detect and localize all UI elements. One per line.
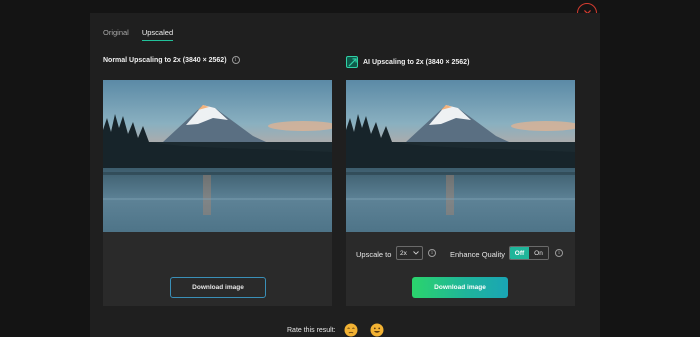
normal-upscale-panel: Download image <box>103 80 332 306</box>
normal-upscaling-title-text: Normal Upscaling to 2x (3840 × 2562) <box>103 56 227 64</box>
enhance-quality-toggle[interactable]: Off On <box>509 246 549 260</box>
info-icon[interactable]: i <box>231 56 240 64</box>
download-ai-button[interactable]: Download image <box>412 277 508 298</box>
view-tabs: Original Upscaled <box>103 28 174 41</box>
ai-upscaling-title-text: AI Upscaling to 2x (3840 × 2562) <box>363 58 470 66</box>
toggle-off-option[interactable]: Off <box>510 247 529 259</box>
normal-upscaled-image <box>103 80 332 232</box>
ai-upscale-controls: Upscale to 2x i Enhance Quality Off On i <box>346 246 575 262</box>
ai-upscaled-image <box>346 80 575 232</box>
upscale-to-label: Upscale to <box>356 249 392 259</box>
ai-upscale-icon <box>346 56 358 68</box>
chevron-down-icon <box>413 251 419 255</box>
enhance-info-icon[interactable]: i <box>555 249 563 257</box>
enhance-quality-label: Enhance Quality <box>450 249 506 259</box>
happy-face-icon[interactable] <box>370 323 384 337</box>
upscale-info-icon[interactable]: i <box>428 249 436 257</box>
toggle-on-option[interactable]: On <box>529 247 548 259</box>
normal-upscaling-title: Normal Upscaling to 2x (3840 × 2562) i <box>103 56 240 64</box>
download-normal-button[interactable]: Download image <box>170 277 266 298</box>
upscale-factor-value: 2x <box>400 249 407 257</box>
tab-upscaled[interactable]: Upscaled <box>141 28 174 41</box>
rating-prompt: Rate this result: <box>287 326 336 334</box>
sad-face-icon[interactable] <box>344 323 358 337</box>
tab-original[interactable]: Original <box>103 28 129 41</box>
ai-upscaling-title: AI Upscaling to 2x (3840 × 2562) <box>346 56 469 68</box>
rating-row: Rate this result: <box>287 323 384 337</box>
upscale-factor-select[interactable]: 2x <box>396 246 423 260</box>
upscale-result-modal: Original Upscaled Normal Upscaling to 2x… <box>90 13 600 337</box>
ai-upscale-panel: Upscale to 2x i Enhance Quality Off On i… <box>346 80 575 306</box>
